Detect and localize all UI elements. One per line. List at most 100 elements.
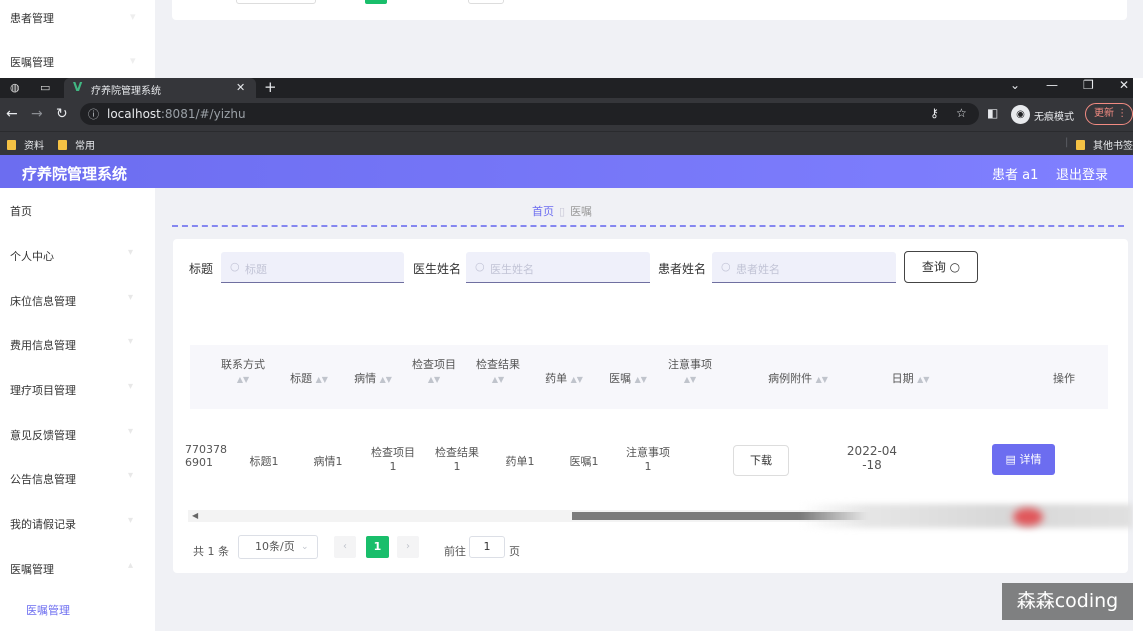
background-page-size <box>236 0 316 4</box>
prev-page-button[interactable]: ‹ <box>334 536 356 558</box>
watermark: 森森coding <box>1002 583 1133 620</box>
col-header-exam-item[interactable]: 检查项目 ▲▼ <box>406 356 462 385</box>
divider <box>172 225 1124 227</box>
current-user: 患者 a1 <box>992 168 1039 183</box>
col-header-notes[interactable]: 注意事项 ▲▼ <box>662 356 718 385</box>
url-text: localhost:8081/#/yizhu <box>107 107 246 121</box>
other-bookmarks[interactable]: 其他书签 <box>1076 137 1133 152</box>
sort-icon[interactable]: ▲▼ <box>237 375 249 384</box>
info-icon[interactable]: ⓘ <box>88 106 99 122</box>
sidebar-subitem-advice[interactable]: 医嘱管理 <box>26 602 70 618</box>
document-icon: ▤ <box>1005 453 1016 466</box>
bookmark-folder[interactable]: 资料 <box>7 137 44 152</box>
sidebar-item-home[interactable]: 首页 <box>10 203 150 219</box>
reload-icon[interactable]: ↻ <box>56 106 68 122</box>
close-window-button[interactable]: ✕ <box>1119 78 1129 92</box>
page-size-select[interactable]: 10条/页 ⌄ <box>238 535 318 559</box>
sort-icon[interactable]: ▲▼ <box>816 375 828 384</box>
sort-icon[interactable]: ▲▼ <box>684 375 696 384</box>
doctor-name-input[interactable]: ○ 医生姓名 <box>466 252 650 283</box>
col-header-exam-result[interactable]: 检查结果 ▲▼ <box>470 356 526 385</box>
col-header-prescription[interactable]: 药单 ▲▼ <box>534 370 594 386</box>
chevron-down-icon: ▾ <box>128 515 134 526</box>
window-icon[interactable]: ▭ <box>40 81 50 94</box>
folder-icon <box>7 140 16 150</box>
forward-icon[interactable]: → <box>31 106 43 122</box>
bookmarks-bar: 资料 常用 | 其他书签 <box>0 131 1133 155</box>
sort-icon[interactable]: ▲▼ <box>380 375 392 384</box>
page-number[interactable]: 1 <box>366 536 389 558</box>
restore-button[interactable]: ❐ <box>1083 78 1094 92</box>
cell-exam-result: 检查结果 1 <box>435 446 479 473</box>
sidebar-item-beds[interactable]: 床位信息管理 ▾ <box>10 292 150 309</box>
sort-icon[interactable]: ▲▼ <box>635 375 647 384</box>
bookmark-folder[interactable]: 常用 <box>58 137 95 152</box>
tab-search-icon[interactable]: ⌄ <box>1010 78 1020 92</box>
incognito-icon[interactable]: ◉ <box>1011 105 1030 124</box>
sidebar-item-profile[interactable]: 个人中心 ▾ <box>10 247 150 264</box>
title-input[interactable]: ○ 标题 <box>221 252 404 283</box>
url-field[interactable]: ⓘ localhost:8081/#/yizhu <box>80 103 979 125</box>
sort-icon[interactable]: ▲▼ <box>492 375 504 384</box>
cell-phone: 770378 6901 <box>185 443 227 469</box>
col-header-actions: 操作 <box>1053 372 1075 385</box>
doctor-label: 医生姓名 <box>413 262 462 276</box>
download-button[interactable]: 下载 <box>733 445 789 476</box>
new-tab-button[interactable]: + <box>264 78 277 96</box>
col-header-title[interactable]: 标题 ▲▼ <box>279 370 339 386</box>
search-icon: ○ <box>949 260 961 274</box>
page-unit-label: 页 <box>509 545 520 558</box>
sidebar-item-fees[interactable]: 费用信息管理 ▾ <box>10 336 150 353</box>
sort-icon[interactable]: ▲▼ <box>571 375 583 384</box>
sidebar: 首页 个人中心 ▾ 床位信息管理 ▾ 费用信息管理 ▾ 理疗项目管理 ▾ 意见反馈管理 ▾… <box>0 188 155 631</box>
col-header-advice[interactable]: 医嘱 ▲▼ <box>598 370 658 386</box>
sidebar-item-feedback[interactable]: 意见反馈管理 ▾ <box>10 426 150 443</box>
next-page-button[interactable]: › <box>397 536 419 558</box>
patient-name-input[interactable]: ○ 患者姓名 <box>712 252 896 283</box>
goto-page-input[interactable]: 1 <box>469 536 505 558</box>
detail-button[interactable]: ▤ 详情 <box>992 444 1055 475</box>
col-header-condition[interactable]: 病情 ▲▼ <box>343 370 403 386</box>
sidebar-item-leave[interactable]: 我的请假记录 ▾ <box>10 515 150 532</box>
sort-icon[interactable]: ▲▼ <box>428 375 440 384</box>
cell-advice: 医嘱1 <box>569 455 599 468</box>
minimize-button[interactable]: — <box>1046 78 1058 92</box>
breadcrumb-home[interactable]: 首页 <box>532 205 554 218</box>
goto-label: 前往 <box>444 545 466 558</box>
close-tab-icon[interactable]: ✕ <box>236 81 245 94</box>
breadcrumb-current: 医嘱 <box>570 205 593 218</box>
col-header-attachment[interactable]: 病例附件 ▲▼ <box>753 370 843 386</box>
chevron-up-icon: ▴ <box>128 560 134 571</box>
col-header-phone[interactable]: 联系方式 ▲▼ <box>218 356 268 385</box>
cell-exam-item: 检查项目 1 <box>371 446 415 473</box>
cell-date: 2022-04 -18 <box>846 444 898 472</box>
star-icon[interactable]: ☆ <box>956 106 967 120</box>
pagination: 共 1 条 10条/页 ⌄ ‹ 1 › 前往 1 页 <box>173 534 1128 564</box>
chevron-down-icon: ▾ <box>128 292 134 303</box>
scroll-left-icon[interactable]: ◀ <box>192 511 198 520</box>
background-goto-input <box>468 0 504 4</box>
query-button[interactable]: 查询 ○ <box>904 251 978 283</box>
sidebar-toggle-icon[interactable]: ◧ <box>987 106 998 120</box>
logout-link[interactable]: 退出登录 <box>1056 164 1108 183</box>
vue-logo-icon: V <box>73 80 83 94</box>
folder-icon <box>1076 140 1085 150</box>
back-icon[interactable]: ← <box>6 106 18 122</box>
update-button[interactable]: 更新 ⋮ <box>1085 103 1133 125</box>
top-header: 疗养院管理系统 患者 a1 退出登录 <box>0 155 1133 188</box>
chevron-down-icon: ▾ <box>128 247 134 258</box>
globe-icon[interactable]: ◍ <box>10 81 20 94</box>
sidebar-item-notices[interactable]: 公告信息管理 ▾ <box>10 470 150 487</box>
cell-notes: 注意事项 1 <box>626 446 670 473</box>
chevron-down-icon: ▾ <box>128 381 134 392</box>
cell-title: 标题1 <box>249 455 279 468</box>
sidebar-item-therapy[interactable]: 理疗项目管理 ▾ <box>10 381 150 398</box>
browser-tab[interactable]: V 疗养院管理系统 ✕ <box>64 78 256 98</box>
col-header-date[interactable]: 日期 ▲▼ <box>873 370 948 386</box>
sidebar-item-advice[interactable]: 医嘱管理 ▴ <box>10 560 150 577</box>
key-icon[interactable]: ⚷ <box>930 106 939 120</box>
sort-icon[interactable]: ▲▼ <box>316 375 328 384</box>
search-icon: ○ <box>721 260 731 273</box>
sort-icon[interactable]: ▲▼ <box>917 375 929 384</box>
chevron-down-icon: ▾ <box>128 336 134 347</box>
